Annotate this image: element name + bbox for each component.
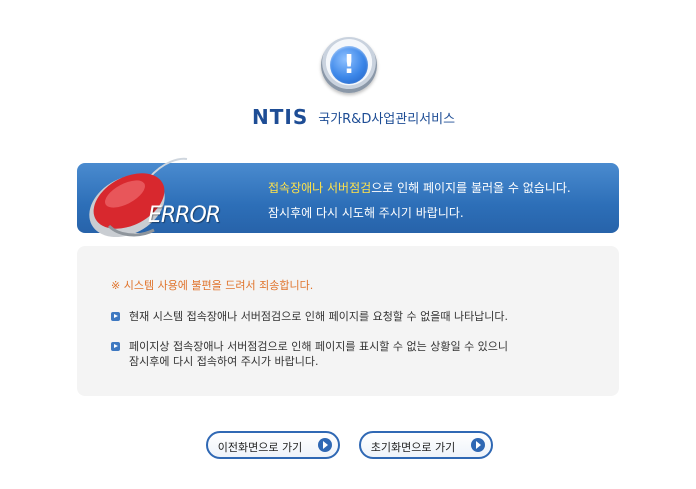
home-page-button[interactable]: 초기화면으로 가기 <box>359 431 493 459</box>
warning-icon: ! <box>321 37 377 93</box>
prev-page-label: 이전화면으로 가기 <box>217 441 303 454</box>
banner-line1: 접속장애나 서버점검으로 인해 페이지를 불러올 수 없습니다. <box>268 179 571 196</box>
arrow-right-icon <box>471 438 485 452</box>
info-item-2-line1: 페이지상 접속장애나 서버점검으로 인해 페이지를 표시할 수 없는 상황일 수… <box>129 340 509 353</box>
bullet-icon <box>111 342 120 351</box>
ntis-logo: NTIS 국가R&D사업관리서비스 <box>252 105 456 129</box>
info-item-1: 현재 시스템 접속장애나 서버점검으로 인해 페이지를 요청할 수 없을때 나타… <box>129 310 509 323</box>
banner-line1-rest: 으로 인해 페이지를 불러올 수 없습니다. <box>371 181 571 195</box>
banner-line2: 잠시후에 다시 시도해 주시기 바랍니다. <box>268 206 464 220</box>
error-word: ERROR <box>148 203 221 228</box>
warning-icon-inner: ! <box>330 46 368 84</box>
info-item-2-line2: 잠시후에 다시 접속하여 주시가 바랍니다. <box>129 355 319 368</box>
logo-text: 국가R&D사업관리서비스 <box>318 111 456 127</box>
home-page-label: 초기화면으로 가기 <box>370 441 456 454</box>
mouse-icon <box>89 157 188 238</box>
arrow-right-icon <box>318 438 332 452</box>
logo-mark: NTIS <box>252 105 309 129</box>
apology-text: ※ 시스템 사용에 불편을 드려서 죄송합니다. <box>111 279 314 292</box>
exclamation-glyph: ! <box>343 50 355 80</box>
bullet-icon <box>111 312 120 321</box>
prev-page-button[interactable]: 이전화면으로 가기 <box>206 431 340 459</box>
banner-highlight: 접속장애나 서버점검 <box>268 181 372 195</box>
